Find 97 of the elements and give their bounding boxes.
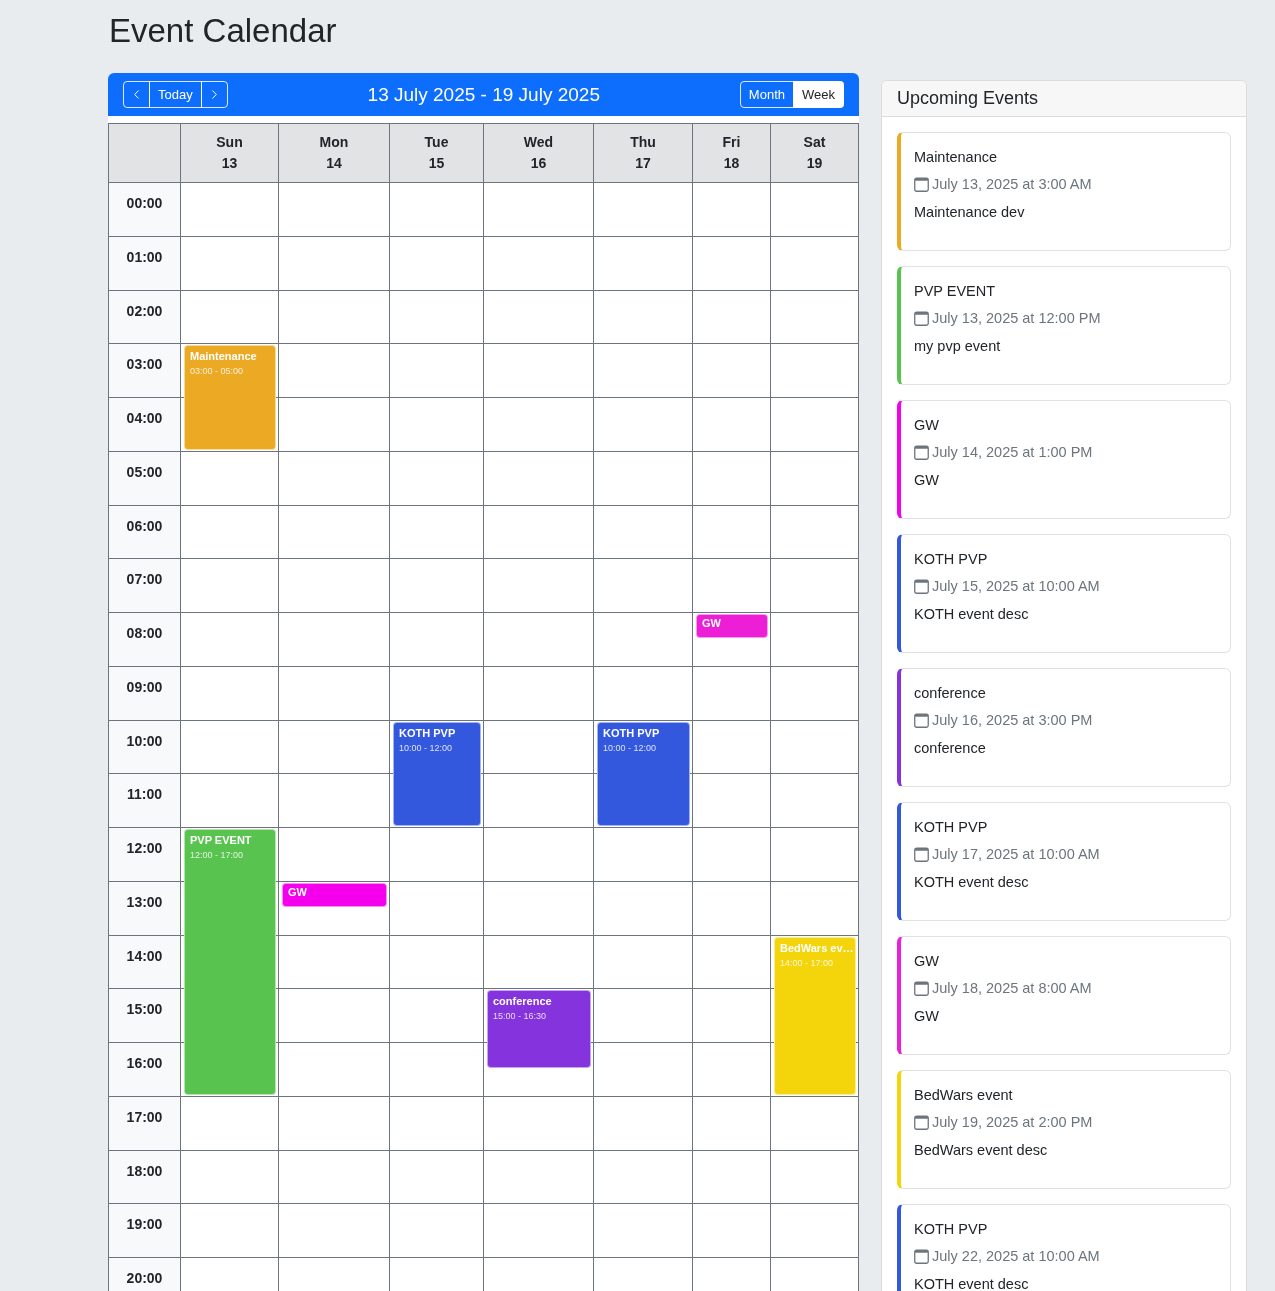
day-name: Wed <box>523 133 554 152</box>
day-name: Fri <box>722 133 741 152</box>
event-title: conference <box>493 994 552 1010</box>
time-label-cell: 09:00 <box>109 666 180 720</box>
event-card-title: GW <box>914 416 939 435</box>
time-label-cell: 07:00 <box>109 559 180 612</box>
next-week-button[interactable] <box>200 81 228 108</box>
time-label-cell: 00:00 <box>109 183 180 236</box>
time-label-cell: 11:00 <box>109 774 180 827</box>
event-card-title: KOTH PVP <box>914 818 988 837</box>
calendar-icon <box>914 176 929 192</box>
day-date: 16 <box>530 154 547 173</box>
today-button[interactable]: Today <box>149 81 202 108</box>
time-label-cell: 15:00 <box>109 989 180 1042</box>
time-label-cell: 16:00 <box>109 1043 180 1096</box>
event-card-date: July 13, 2025 at 12:00 PM <box>932 309 1101 328</box>
calendar-icon <box>914 846 929 862</box>
date-range-title: 13 July 2025 - 19 July 2025 <box>366 83 601 106</box>
calendar-icon <box>914 578 929 594</box>
event-card-description: KOTH event desc <box>914 873 1029 892</box>
time-label-cell: 08:00 <box>109 613 180 666</box>
time-label-cell: 19:00 <box>109 1204 180 1257</box>
view-toggle-button[interactable]: Week <box>793 81 844 108</box>
day-date: 13 <box>221 154 238 173</box>
event-title: GW <box>288 884 307 900</box>
event-time: 10:00 - 12:00 <box>603 741 657 755</box>
time-label-cell: 02:00 <box>109 290 180 344</box>
event-card-date: July 19, 2025 at 2:00 PM <box>932 1113 1093 1132</box>
time-label-cell: 14:00 <box>109 935 180 989</box>
event-time: 10:00 - 12:00 <box>399 741 453 755</box>
time-label-cell: 05:00 <box>109 451 180 505</box>
event-card-description: KOTH event desc <box>914 1275 1029 1291</box>
time-label-cell: 12:00 <box>109 828 180 881</box>
page-title: Event Calendar <box>109 11 337 51</box>
calendar-icon <box>914 444 929 460</box>
day-name: Thu <box>630 133 656 152</box>
time-label-cell: 04:00 <box>109 398 180 451</box>
event-time: 14:00 - 17:00 <box>780 956 834 970</box>
event-title: KOTH PVP <box>603 725 660 741</box>
time-label-cell: 06:00 <box>109 505 180 559</box>
event-time: 15:00 - 16:30 <box>493 1010 547 1024</box>
event-card-date: July 14, 2025 at 1:00 PM <box>932 443 1093 462</box>
time-label-cell: 18:00 <box>109 1150 180 1204</box>
event-card-date: July 18, 2025 at 8:00 AM <box>932 979 1092 998</box>
event-card-description: conference <box>914 739 986 758</box>
event-card-title: PVP EVENT <box>914 282 996 301</box>
event-card-description: GW <box>914 471 939 490</box>
upcoming-events-heading: Upcoming Events <box>882 81 1246 117</box>
event-title: BedWars ev… <box>780 940 854 956</box>
event-card-date: July 17, 2025 at 10:00 AM <box>932 845 1100 864</box>
event-card-title: KOTH PVP <box>914 1220 988 1239</box>
event-card-description: GW <box>914 1007 939 1026</box>
time-label-cell: 03:00 <box>109 344 180 397</box>
event-card-date: July 16, 2025 at 3:00 PM <box>932 711 1093 730</box>
event-card-date: July 22, 2025 at 10:00 AM <box>932 1247 1100 1266</box>
calendar-icon <box>914 712 929 728</box>
day-date: 18 <box>723 154 740 173</box>
time-label-cell: 13:00 <box>109 881 180 935</box>
day-date: 14 <box>326 154 342 173</box>
day-name: Sat <box>803 133 826 152</box>
event-card-date: July 13, 2025 at 3:00 AM <box>932 175 1092 194</box>
day-date: 17 <box>635 154 651 173</box>
time-label-cell: 20:00 <box>109 1258 180 1291</box>
event-block[interactable]: conference 15:00 - 16:30 <box>487 990 591 1068</box>
day-name: Tue <box>424 133 449 152</box>
event-card-date: July 15, 2025 at 10:00 AM <box>932 577 1100 596</box>
event-title: GW <box>702 616 721 631</box>
event-time: 12:00 - 17:00 <box>190 849 244 862</box>
event-block[interactable]: GW <box>282 882 387 907</box>
previous-week-button[interactable] <box>123 81 150 108</box>
calendar-icon <box>914 1114 929 1130</box>
event-card-title: conference <box>914 684 986 703</box>
day-date: 15 <box>428 154 445 173</box>
calendar-icon <box>914 1248 929 1264</box>
event-card-description: KOTH event desc <box>914 605 1029 624</box>
event-card-title: KOTH PVP <box>914 550 988 569</box>
event-card-title: Maintenance <box>914 148 998 167</box>
event-card-description: my pvp event <box>914 337 1001 356</box>
calendar-icon <box>914 980 929 996</box>
event-block[interactable]: KOTH PVP 10:00 - 12:00 <box>597 721 690 826</box>
day-name: Mon <box>319 133 349 152</box>
day-name: Sun <box>216 133 243 152</box>
event-block[interactable]: GW <box>696 614 768 638</box>
event-title: KOTH PVP <box>399 725 456 741</box>
time-label-cell: 10:00 <box>109 720 180 774</box>
event-card-title: BedWars event <box>914 1086 1013 1105</box>
time-label-cell: 17:00 <box>109 1096 180 1150</box>
event-block[interactable]: KOTH PVP 10:00 - 12:00 <box>393 721 481 826</box>
event-time: 03:00 - 05:00 <box>190 365 244 379</box>
event-title: Maintenance <box>190 349 257 365</box>
event-title: PVP EVENT <box>190 833 252 848</box>
calendar-icon <box>914 310 929 326</box>
day-date: 19 <box>806 154 823 173</box>
event-card-description: Maintenance dev <box>914 203 1025 222</box>
time-label-cell: 01:00 <box>109 236 180 290</box>
event-card-title: GW <box>914 952 939 971</box>
event-card-description: BedWars event desc <box>914 1141 1048 1160</box>
